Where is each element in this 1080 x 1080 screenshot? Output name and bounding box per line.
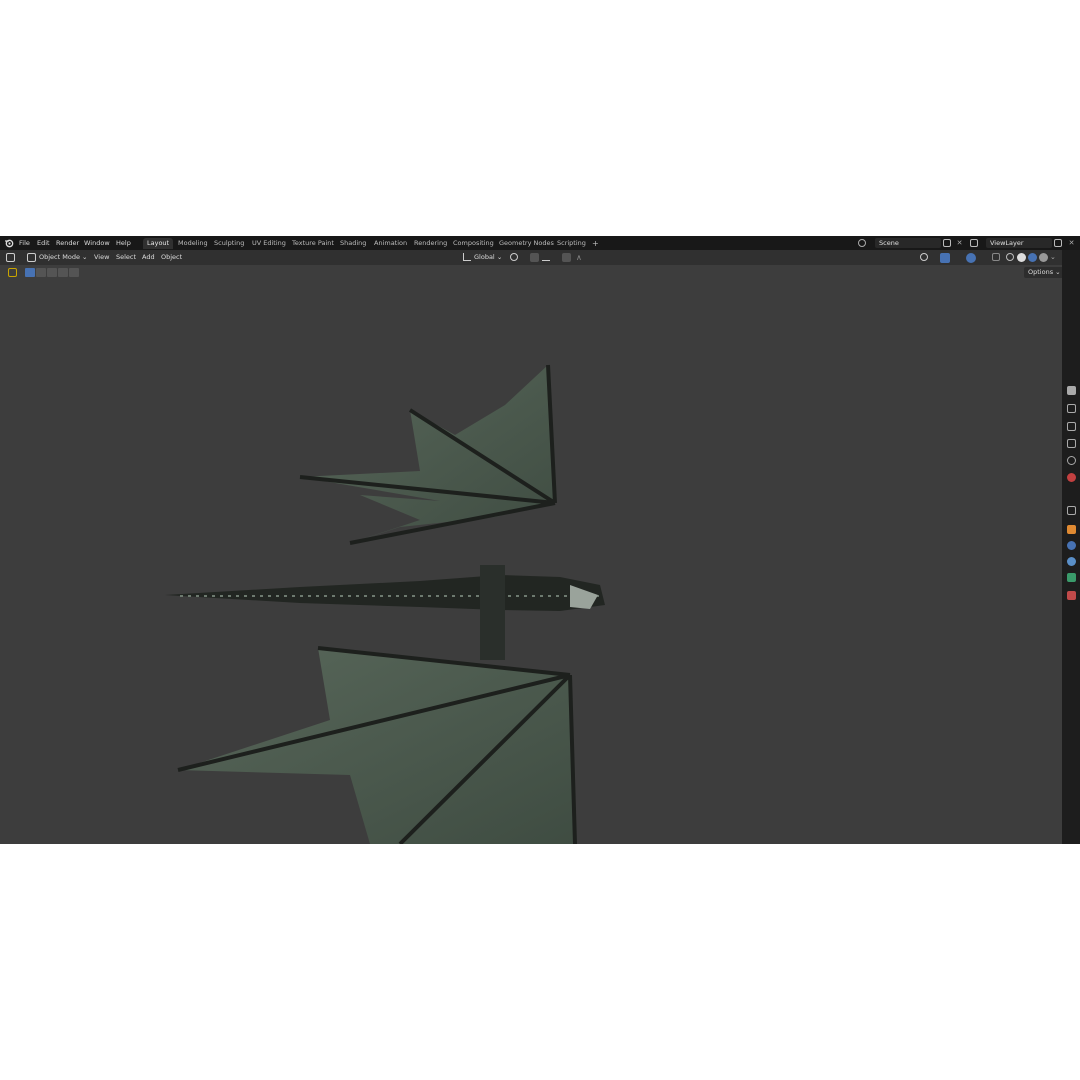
tab-animation[interactable]: Animation — [370, 238, 411, 249]
tab-geometry-nodes[interactable]: Geometry Nodes — [495, 238, 558, 249]
object-mode-dropdown[interactable]: Object Mode ⌄ — [39, 250, 87, 265]
menu-select[interactable]: Select — [116, 250, 136, 265]
snap-target-icon[interactable] — [542, 253, 550, 261]
material-icon[interactable] — [1067, 591, 1076, 600]
viewport-header: Object Mode ⌄ View Select Add Object Glo… — [0, 250, 1062, 265]
wireframe-shading-icon[interactable] — [1006, 253, 1014, 261]
tab-modeling[interactable]: Modeling — [174, 238, 212, 249]
data-icon[interactable] — [1067, 573, 1076, 582]
new-view-layer-icon[interactable] — [1054, 239, 1062, 247]
scene-name-field[interactable]: Scene — [875, 238, 941, 248]
options-dropdown[interactable]: Options ⌄ — [1024, 267, 1065, 278]
object-mode-icon[interactable] — [27, 253, 36, 262]
tab-uv-editing[interactable]: UV Editing — [248, 238, 290, 249]
menu-render[interactable]: Render — [56, 236, 79, 250]
overlay-toggle-icon[interactable] — [966, 253, 976, 263]
select-new-icon[interactable] — [25, 268, 35, 277]
menu-file[interactable]: File — [19, 236, 30, 250]
select-extend-icon[interactable] — [36, 268, 46, 277]
play-animation-icon[interactable] — [8, 268, 17, 277]
falloff-icon[interactable]: ∧ — [576, 253, 585, 262]
select-invert-icon[interactable] — [58, 268, 68, 277]
solid-shading-icon[interactable] — [1017, 253, 1026, 262]
menu-object[interactable]: Object — [161, 250, 182, 265]
scene-icon[interactable] — [1067, 456, 1076, 465]
transform-orientation-icon[interactable] — [463, 253, 471, 261]
object-icon[interactable] — [1067, 525, 1076, 534]
add-workspace-button[interactable]: + — [588, 238, 603, 249]
modifier-icon[interactable] — [1067, 541, 1076, 550]
menu-window[interactable]: Window — [84, 236, 110, 250]
new-scene-icon[interactable] — [943, 239, 951, 247]
visibility-icon[interactable] — [920, 253, 928, 261]
tab-texture-paint[interactable]: Texture Paint — [288, 238, 338, 249]
rendered-shading-icon[interactable] — [1039, 253, 1048, 262]
blender-window: File Edit Render Window Help Layout Mode… — [0, 236, 1080, 844]
transform-orientation-dropdown[interactable]: Global ⌄ — [474, 250, 502, 265]
tab-compositing[interactable]: Compositing — [449, 238, 498, 249]
remove-view-layer-icon[interactable]: ✕ — [1067, 239, 1076, 248]
tab-rendering[interactable]: Rendering — [410, 238, 451, 249]
shading-options-icon[interactable]: ⌄ — [1050, 253, 1059, 262]
output-icon[interactable] — [1067, 422, 1076, 431]
proportional-editing-icon[interactable] — [562, 253, 571, 262]
xray-toggle-icon[interactable] — [992, 253, 1000, 261]
snap-icon[interactable] — [530, 253, 539, 262]
3d-viewport[interactable] — [0, 265, 1062, 844]
pivot-point-icon[interactable] — [510, 253, 518, 261]
dragon-model[interactable] — [0, 265, 1062, 844]
tool-icon[interactable] — [1067, 386, 1076, 395]
tab-scripting[interactable]: Scripting — [553, 238, 590, 249]
view-layer-selector-icon[interactable] — [970, 239, 978, 247]
tab-shading[interactable]: Shading — [336, 238, 370, 249]
view-layer-name-field[interactable]: ViewLayer — [986, 238, 1052, 248]
gizmo-toggle-icon[interactable] — [940, 253, 950, 263]
world-icon[interactable] — [1067, 473, 1076, 482]
physics-icon[interactable] — [1067, 557, 1076, 566]
menu-view[interactable]: View — [94, 250, 109, 265]
top-bar: File Edit Render Window Help Layout Mode… — [0, 236, 1080, 250]
select-subtract-icon[interactable] — [47, 268, 57, 277]
select-intersect-icon[interactable] — [69, 268, 79, 277]
collection-icon[interactable] — [1067, 506, 1076, 515]
view-layer-icon[interactable] — [1067, 439, 1076, 448]
tab-layout[interactable]: Layout — [143, 238, 174, 249]
menu-edit[interactable]: Edit — [37, 236, 50, 250]
material-preview-icon[interactable] — [1028, 253, 1037, 262]
render-icon[interactable] — [1067, 404, 1076, 413]
menu-add[interactable]: Add — [142, 250, 155, 265]
scene-selector-icon[interactable] — [858, 239, 866, 247]
blender-logo-icon[interactable] — [4, 236, 14, 250]
tab-sculpting[interactable]: Sculpting — [210, 238, 248, 249]
editor-type-icon[interactable] — [6, 253, 15, 262]
menu-help[interactable]: Help — [116, 236, 131, 250]
close-icon[interactable]: ✕ — [955, 239, 964, 248]
